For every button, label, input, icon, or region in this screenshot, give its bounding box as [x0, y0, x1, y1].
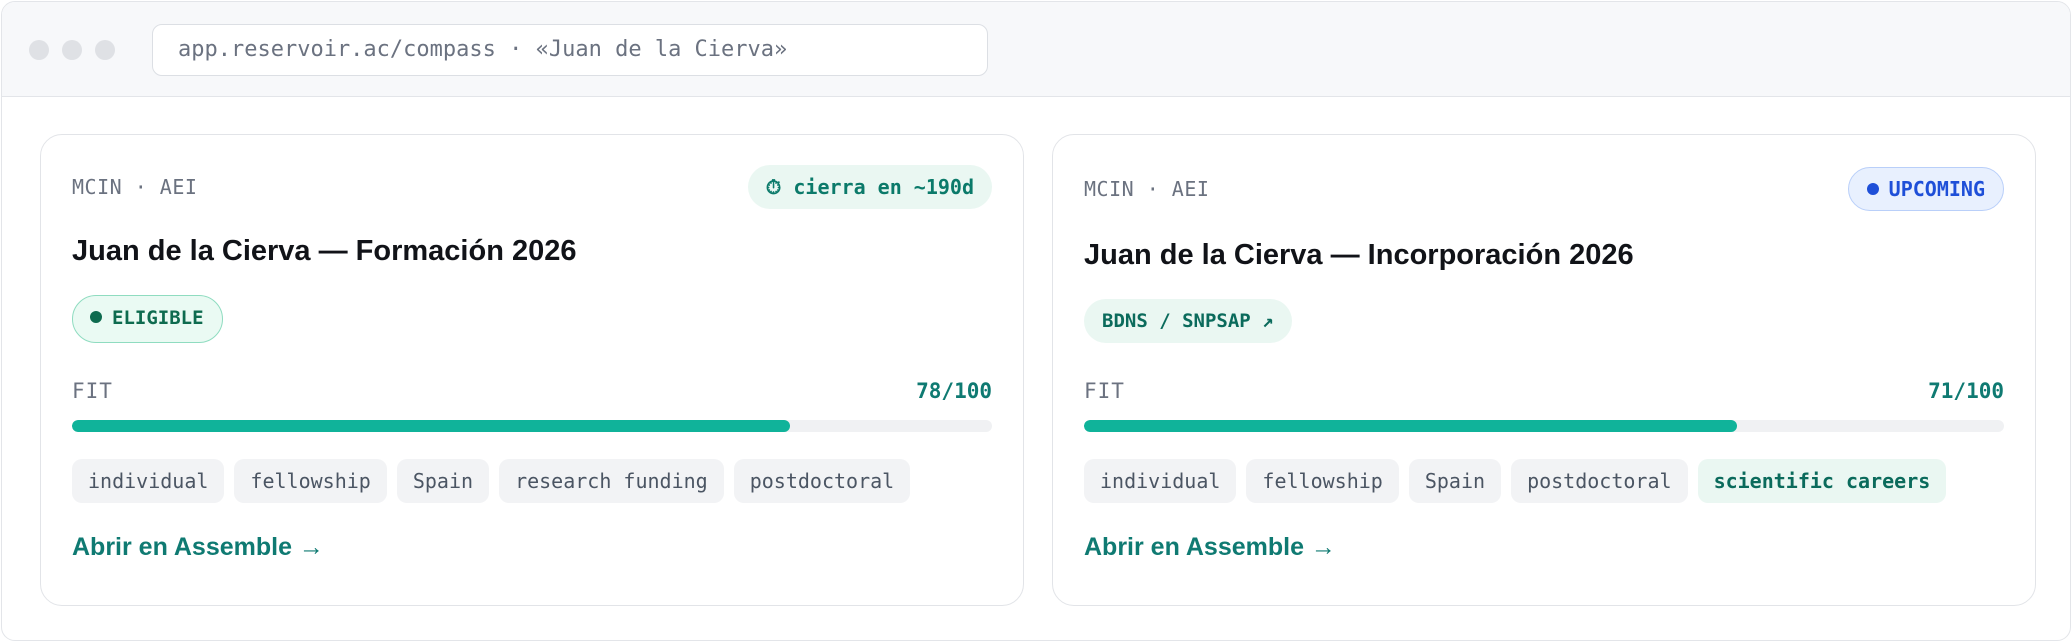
deadline-badge: ⏱ cierra en ~190d: [747, 165, 992, 209]
eligibility-text: ELIGIBLE: [112, 307, 204, 329]
browser-toolbar: app.reservoir.ac/compass · «Juan de la C…: [2, 2, 2070, 97]
upcoming-text: UPCOMING: [1888, 177, 1985, 201]
grant-card-incorporacion: MCIN · AEI UPCOMING Juan de la Cierva — …: [1052, 134, 2036, 606]
fit-progress-fill: [1084, 420, 1738, 432]
tag-item[interactable]: research funding: [499, 459, 724, 503]
window-maximize-dot[interactable]: [95, 40, 115, 60]
fit-score: 71/100: [1928, 379, 2004, 403]
fit-progress-bar: [1084, 420, 2004, 432]
grant-title[interactable]: Juan de la Cierva — Incorporación 2026: [1084, 239, 1634, 272]
tag-list: individual fellowship Spain postdoctoral…: [1084, 459, 1947, 503]
deadline-text: cierra en ~190d: [793, 175, 974, 199]
upcoming-badge: UPCOMING: [1847, 167, 2004, 211]
status-dot-icon: [1866, 183, 1879, 195]
agency-label: MCIN · AEI: [1084, 177, 1210, 201]
status-dot-icon: [90, 311, 102, 323]
grant-title[interactable]: Juan de la Cierva — Formación 2026: [72, 235, 576, 268]
window-close-dot[interactable]: [29, 40, 49, 60]
address-bar[interactable]: app.reservoir.ac/compass · «Juan de la C…: [152, 24, 988, 76]
open-in-assemble-link[interactable]: Abrir en Assemble →: [1084, 533, 1336, 562]
fit-progress-bar: [72, 420, 992, 432]
tag-item[interactable]: Spain: [1408, 459, 1502, 503]
fit-label: FIT: [1084, 379, 1125, 403]
tag-item[interactable]: individual: [1084, 459, 1237, 503]
clock-icon: ⏱: [765, 175, 782, 199]
tag-item[interactable]: postdoctoral: [1511, 459, 1688, 503]
tag-item[interactable]: fellowship: [234, 459, 387, 503]
fit-score: 78/100: [916, 379, 992, 403]
tag-item[interactable]: individual: [72, 459, 225, 503]
tag-item[interactable]: Spain: [396, 459, 490, 503]
bdns-link[interactable]: BDNS / SNPSAP ↗: [1084, 299, 1292, 343]
browser-window: app.reservoir.ac/compass · «Juan de la C…: [1, 1, 2071, 641]
grant-card-formacion: MCIN · AEI ⏱ cierra en ~190d Juan de la …: [40, 134, 1024, 606]
open-in-assemble-link[interactable]: Abrir en Assemble →: [72, 533, 324, 562]
fit-label: FIT: [72, 379, 113, 403]
tag-item-highlight[interactable]: scientific careers: [1697, 459, 1947, 503]
window-minimize-dot[interactable]: [62, 40, 82, 60]
agency-label: MCIN · AEI: [72, 175, 198, 199]
tag-list: individual fellowship Spain research fun…: [72, 459, 911, 503]
fit-progress-fill: [72, 420, 790, 432]
tag-item[interactable]: fellowship: [1246, 459, 1399, 503]
tag-item[interactable]: postdoctoral: [733, 459, 911, 503]
eligibility-badge: ELIGIBLE: [72, 295, 223, 343]
